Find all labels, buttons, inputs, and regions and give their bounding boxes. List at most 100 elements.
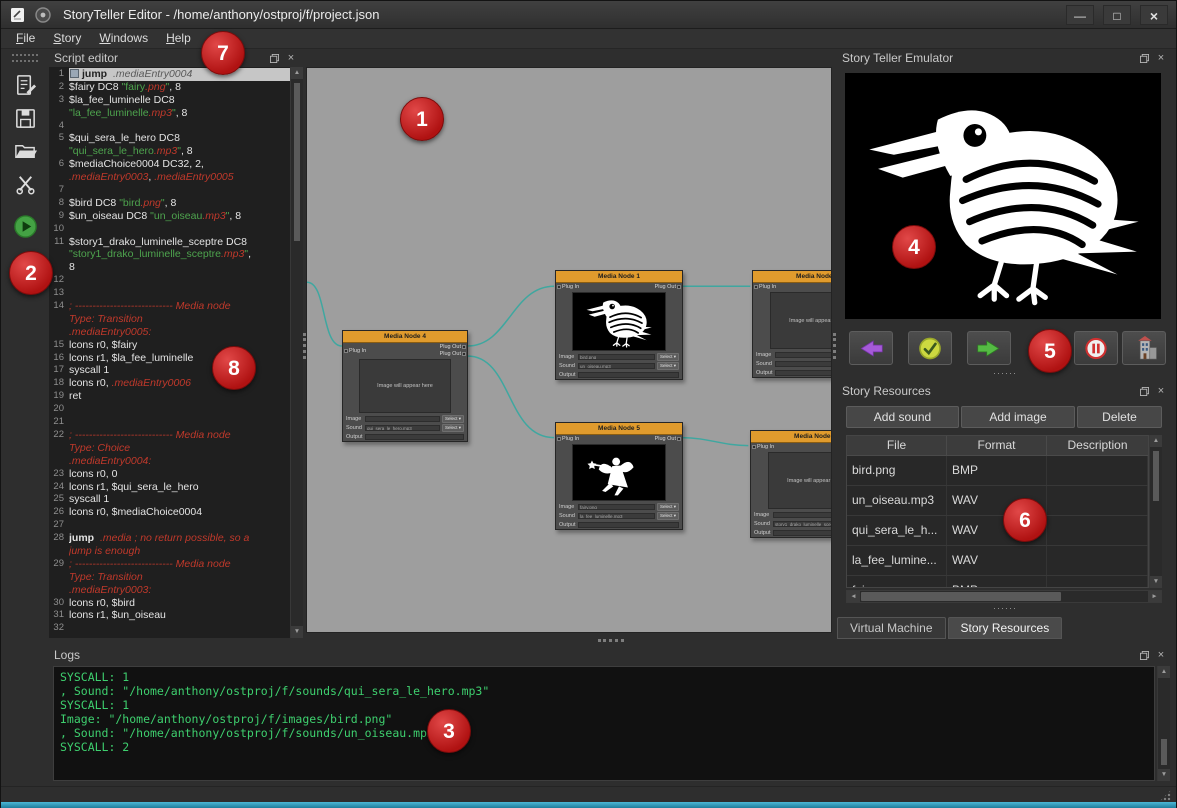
splitter-handle[interactable]: ······ [837,368,1173,378]
undock-icon[interactable] [1137,52,1151,65]
code-line: jump is enough [49,545,290,558]
splitter-handle[interactable]: ······ [837,603,1173,613]
close-icon[interactable]: × [1154,649,1168,662]
plug-in[interactable]: Plug In [557,436,579,442]
add-image-button[interactable]: Add image [961,406,1075,428]
new-script-button[interactable] [10,70,40,100]
media-node[interactable]: Media Node 4Plug InPlug OutPlug OutImage… [342,330,468,442]
node-graph-canvas[interactable]: Media Node 4Plug InPlug OutPlug OutImage… [306,67,832,633]
plug-in[interactable]: Plug In [754,284,776,290]
column-header-description[interactable]: Description [1047,436,1148,455]
resources-table: File Format Description bird.pngBMPun_oi… [846,435,1149,588]
resource-row[interactable]: fairy.pngBMP [847,576,1148,588]
select-sound-button[interactable]: Select ▾ [657,362,679,370]
open-button[interactable] [10,136,40,166]
resource-cell [1047,516,1148,545]
select-sound-button[interactable]: Select ▾ [442,424,464,432]
tab-story-resources[interactable]: Story Resources [948,617,1063,639]
scroll-right-icon[interactable]: ► [1148,591,1161,602]
code-area[interactable]: 1jump .mediaEntry00042$fairy DC8 "fairy.… [49,67,290,638]
column-header-file[interactable]: File [847,436,947,455]
resource-cell: WAV [947,516,1047,545]
menu-windows[interactable]: Windows [90,29,157,49]
toolbar-drag-handle[interactable] [12,54,38,62]
maximize-button[interactable]: □ [1103,5,1131,25]
resource-cell [1047,456,1148,485]
resource-row[interactable]: un_oiseau.mp3WAV [847,486,1148,516]
media-node[interactable]: Media Node 5Plug InPlug Out Imagefairy.p… [555,422,683,530]
minimize-button[interactable]: — [1066,5,1094,25]
table-horizontal-scrollbar[interactable]: ◄ ► [846,590,1162,603]
script-scrollbar[interactable]: ▲ ▼ [290,67,303,638]
media-node[interactable]: Media Node 3Plug InPlug OutImage will ap… [750,430,832,538]
log-line: , Sound: "/home/anthony/ostproj/f/sounds… [60,684,1148,698]
menu-file[interactable]: File [7,29,44,49]
resource-cell: WAV [947,546,1047,575]
menu-help[interactable]: Help [157,29,200,49]
scroll-up-icon[interactable]: ▲ [1158,666,1170,678]
code-line: 16lcons r1, $la_fee_luminelle [49,352,290,365]
pause-button[interactable] [1074,331,1118,365]
plug-in[interactable]: Plug In [752,444,774,450]
resource-cell [1047,486,1148,515]
undock-icon[interactable] [267,52,281,65]
back-button[interactable] [849,331,893,365]
plug-out[interactable]: Plug Out [655,284,681,290]
code-line: 11$story1_drako_luminelle_sceptre DC8 [49,236,290,249]
save-button[interactable] [10,103,40,133]
select-image-button[interactable]: Select ▾ [657,353,679,361]
plug-out[interactable]: Plug Out [440,351,466,357]
output-value [365,434,464,440]
scissors-icon [13,172,38,197]
forward-button[interactable] [967,331,1011,365]
scroll-down-icon[interactable]: ▼ [1158,769,1170,781]
delete-button[interactable]: Delete [1077,406,1162,428]
media-node[interactable]: Media Node 2Plug InPlug OutImage will ap… [752,270,832,378]
window-title: StoryTeller Editor - /home/anthony/ostpr… [63,7,1057,22]
table-vertical-scrollbar[interactable]: ▲ ▼ [1149,435,1162,588]
scroll-down-icon[interactable]: ▼ [291,626,303,638]
undock-icon[interactable] [1137,649,1151,662]
column-header-format[interactable]: Format [947,436,1047,455]
menu-bar: FileStoryWindowsHelp [1,29,1176,49]
code-line: "qui_sera_le_hero.mp3", 8 [49,145,290,158]
confirm-button[interactable] [908,331,952,365]
run-button[interactable] [10,211,40,241]
log-output[interactable]: SYSCALL: 1, Sound: "/home/anthony/ostpro… [53,666,1155,781]
scroll-up-icon[interactable]: ▲ [1150,435,1162,447]
tab-virtual-machine[interactable]: Virtual Machine [837,617,946,639]
splitter-handle[interactable] [833,333,836,359]
media-node[interactable]: Media Node 1Plug InPlug Out Imagebird.pn… [555,270,683,380]
table-header: File Format Description [847,436,1148,456]
scroll-left-icon[interactable]: ◄ [847,591,860,602]
resource-row[interactable]: bird.pngBMP [847,456,1148,486]
plug-out[interactable]: Plug Out [440,344,466,350]
code-line: 8 [49,261,290,274]
logs-scrollbar[interactable]: ▲ ▼ [1157,666,1170,781]
resource-row[interactable]: qui_sera_le_h...WAV [847,516,1148,546]
add-sound-button[interactable]: Add sound [846,406,959,428]
cut-button[interactable] [10,169,40,199]
select-image-button[interactable]: Select ▾ [442,415,464,423]
plug-out[interactable]: Plug Out [655,436,681,442]
code-line: 1jump .mediaEntry0004 [49,68,290,81]
splitter-handle[interactable] [598,639,624,642]
close-icon[interactable]: × [1154,52,1168,65]
resize-grip[interactable] [1160,790,1171,801]
close-button[interactable]: × [1140,5,1168,25]
select-sound-button[interactable]: Select ▾ [657,512,679,520]
resources-panel: Story Resources × Add sound Add image De… [837,382,1173,614]
close-icon[interactable]: × [284,52,298,65]
plug-in[interactable]: Plug In [557,284,579,290]
home-button[interactable] [1122,331,1166,365]
menu-story[interactable]: Story [44,29,90,49]
resource-row[interactable]: la_fee_lumine...WAV [847,546,1148,576]
scroll-down-icon[interactable]: ▼ [1150,576,1162,588]
scroll-up-icon[interactable]: ▲ [291,67,303,79]
plug-in[interactable]: Plug In [344,344,366,357]
resource-cell: qui_sera_le_h... [847,516,947,545]
close-icon[interactable]: × [1154,385,1168,398]
select-image-button[interactable]: Select ▾ [657,503,679,511]
splitter-handle[interactable] [303,333,306,359]
undock-icon[interactable] [1137,385,1151,398]
